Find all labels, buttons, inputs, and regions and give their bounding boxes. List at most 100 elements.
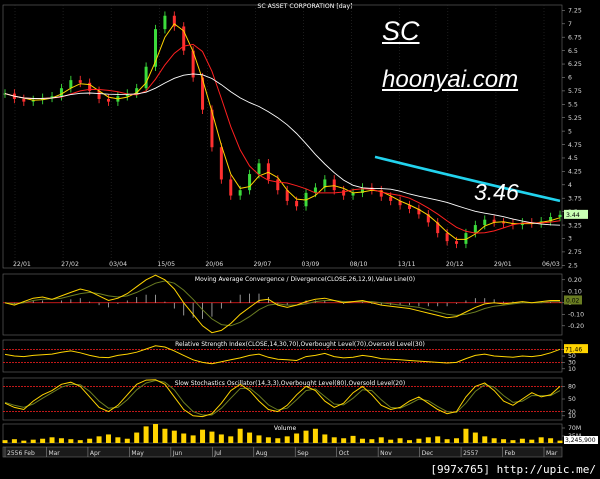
month-axis-label: Feb (505, 450, 516, 457)
volume-bar (359, 438, 365, 443)
volume-bar (463, 428, 469, 443)
volume-bar (369, 439, 375, 443)
volume-bar (322, 434, 328, 443)
price-candle (219, 147, 223, 180)
price-candle (342, 190, 346, 196)
volume-bar (331, 437, 337, 443)
price-axis-tick-label: 6.25 (568, 61, 582, 68)
volume-bar (256, 435, 262, 443)
price-candle (248, 174, 252, 191)
price-candle (238, 190, 242, 196)
month-axis-label: Mar (546, 450, 558, 457)
volume-bar (115, 437, 121, 443)
month-axis-label: Nov (380, 450, 392, 457)
volume-bar (378, 437, 384, 443)
volume-bar (96, 436, 102, 443)
volume-bar (21, 440, 27, 443)
price-candle (389, 196, 393, 201)
month-axis-label: Sep (297, 450, 309, 457)
price-axis-tick-label: 4 (568, 182, 572, 189)
price-candle (144, 66, 148, 89)
volume-bar (312, 428, 318, 443)
volume-bar (548, 438, 554, 443)
price-axis-tick-label: 4.75 (568, 142, 582, 149)
price-axis-tick-label: 2.75 (568, 249, 582, 256)
price-axis-tick-label: 2.5 (568, 263, 578, 270)
stoch-title: Slow Stochastics Oscillator(14,3,3),Over… (175, 380, 405, 387)
price-candle (266, 163, 270, 180)
volume-last-label: 3,245,900 (565, 437, 596, 444)
macd-axis-tick-label: 0.20 (568, 277, 582, 284)
price-candle (332, 179, 336, 191)
volume-bar (294, 433, 300, 443)
volume-bar (153, 424, 159, 443)
rsi-line (4, 345, 561, 365)
volume-bar (388, 439, 394, 443)
volume-bar (200, 429, 206, 443)
price-date-label: 03/04 (109, 261, 127, 268)
price-date-label: 29/07 (253, 261, 271, 268)
price-candle (483, 219, 487, 226)
volume-bar (209, 431, 215, 443)
watermark-site: hoonyai.com (382, 66, 519, 93)
price-candle (502, 222, 506, 224)
price-date-label: 06/03 (542, 261, 560, 268)
price-axis-tick-label: 7 (568, 21, 572, 28)
volume-bar (519, 438, 525, 443)
watermark-ticker: SC (382, 16, 420, 46)
volume-bar (68, 439, 74, 443)
macd-last-label: 0.02 (566, 298, 580, 305)
price-axis-tick-label: 4.25 (568, 169, 582, 176)
volume-bar (425, 437, 431, 443)
volume-bar (30, 439, 36, 443)
volume-bar (557, 440, 563, 443)
volume-bar (275, 438, 281, 443)
price-date-label: 20/12 (446, 261, 464, 268)
price-candle (78, 80, 82, 83)
volume-bar (529, 439, 535, 443)
month-axis-label: 2556 Feb (7, 450, 35, 457)
month-axis-label: Dec (422, 450, 434, 457)
volume-bar (350, 435, 356, 443)
volume-bar (134, 432, 140, 443)
volume-title: Volume (274, 425, 297, 432)
volume-bar (406, 440, 412, 443)
price-chart-title: SC ASSET CORPORATION [day] (257, 3, 352, 10)
volume-bar (77, 440, 83, 443)
rsi-title: Relative Strength Index(CLOSE,14,30,70),… (175, 341, 425, 348)
price-candle (455, 241, 459, 244)
price-axis-tick-label: 4.5 (568, 155, 578, 162)
volume-bar (303, 430, 309, 443)
month-axis-label: 2557 (463, 450, 478, 457)
volume-bar (143, 426, 149, 443)
volume-bar (454, 438, 460, 443)
price-candle (558, 214, 562, 218)
price-ma-short-line (4, 23, 561, 240)
volume-bar (341, 438, 347, 443)
price-candle (22, 98, 26, 102)
month-axis-label: Oct (339, 450, 350, 457)
price-axis-tick-label: 6 (568, 75, 572, 82)
price-candle (473, 225, 477, 234)
volume-bar (49, 437, 55, 443)
volume-bar (181, 433, 187, 443)
month-axis-label: Apr (90, 450, 101, 457)
price-candle (69, 80, 73, 89)
price-axis-tick-label: 6.75 (568, 34, 582, 41)
volume-bar (416, 438, 422, 443)
volume-bar (218, 434, 224, 443)
volume-bar (472, 432, 478, 443)
volume-bar (265, 437, 271, 443)
price-candle (257, 163, 261, 175)
stoch-axis-tick-label: 50 (568, 396, 576, 403)
price-axis-tick-label: 5.25 (568, 115, 582, 122)
price-axis-tick-label: 5.5 (568, 101, 578, 108)
volume-bar (237, 428, 243, 443)
price-axis-tick-label: 6.5 (568, 48, 578, 55)
volume-bar (2, 440, 8, 443)
volume-bar (435, 436, 441, 443)
volume-bar (491, 438, 497, 443)
price-axis-tick-label: 3 (568, 236, 572, 243)
month-axis-label: Mar (48, 450, 60, 457)
price-date-label: 15/05 (157, 261, 175, 268)
